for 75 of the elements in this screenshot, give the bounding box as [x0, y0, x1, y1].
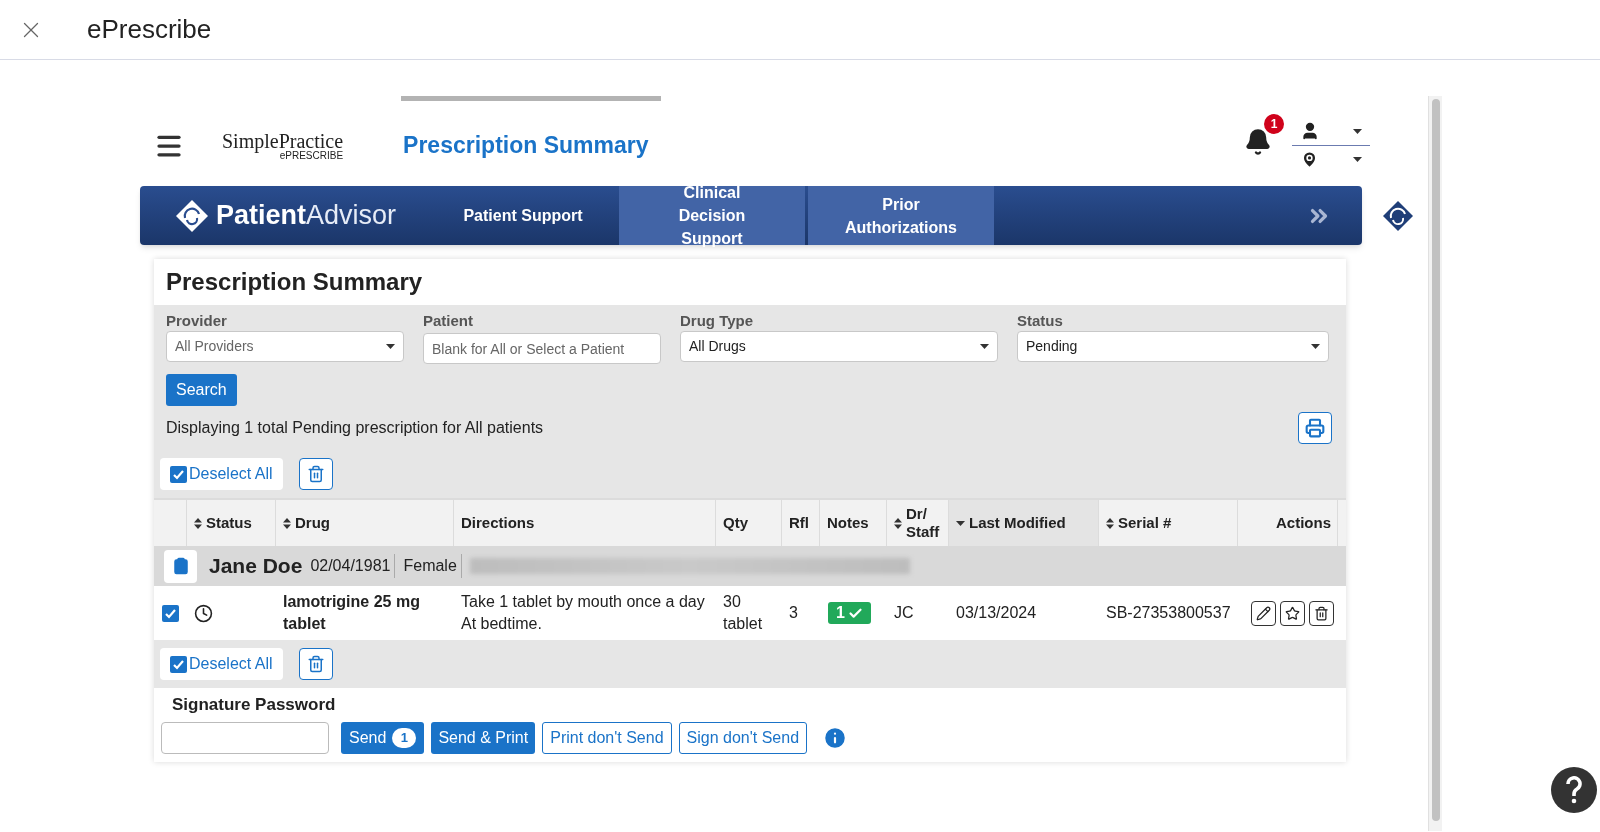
pending-clock-icon — [194, 603, 213, 623]
notification-badge: 1 — [1264, 114, 1284, 134]
column-header[interactable]: Last Modified — [949, 500, 1099, 546]
nav-tab[interactable]: Clinical Decision Support — [619, 186, 805, 245]
action-button[interactable]: Send & Print — [431, 722, 536, 754]
caret-icon — [386, 344, 395, 349]
patient-dob: 02/04/1981 — [310, 554, 396, 578]
printer-icon — [1305, 418, 1325, 438]
nav-tab[interactable]: Patient Support — [430, 186, 616, 245]
caret-icon — [1353, 128, 1362, 134]
logo-name: SimplePractice — [222, 130, 344, 151]
clipboard-button[interactable] — [164, 549, 197, 583]
checkbox-icon — [170, 465, 187, 483]
trash-icon — [306, 465, 325, 483]
filter-label: Provider — [166, 311, 228, 331]
patient-name: Jane Doe — [209, 553, 303, 580]
caret-icon — [1311, 344, 1320, 349]
select-value: All Drugs — [689, 337, 746, 356]
filter-select[interactable]: All Drugs — [680, 331, 998, 362]
quantity-cell-text: 30 tablet — [723, 592, 764, 634]
signature-password-field[interactable] — [161, 722, 329, 754]
select-value: Pending — [1026, 337, 1078, 356]
window-title: ePrescribe — [87, 13, 212, 46]
print-button[interactable] — [1298, 412, 1332, 444]
nav-tab[interactable]: Prior Authorizations — [808, 186, 994, 245]
question-mark-icon — [1565, 776, 1583, 804]
action-button[interactable]: Sign don't Send — [678, 722, 808, 754]
trash-icon — [306, 655, 325, 673]
delete-button[interactable] — [298, 648, 333, 680]
filter-label: Drug Type — [680, 311, 755, 331]
delete-row-button[interactable] — [1309, 600, 1334, 626]
logo-subtitle: ePRESCRIBE — [279, 150, 344, 161]
directions-cell-text: Take 1 tablet by mouth once a day At bedtime. — [461, 592, 706, 634]
search-button[interactable]: Search — [166, 374, 237, 406]
trash-icon — [1314, 605, 1329, 621]
row-checkbox[interactable] — [162, 604, 179, 622]
page-title: Prescription Summary — [403, 131, 649, 161]
filter-label: Status — [1017, 311, 1064, 331]
select-value: All Providers — [175, 337, 254, 356]
patientadvisor-logo-icon — [174, 197, 210, 234]
notifications-button[interactable] — [1244, 128, 1272, 156]
filter-select[interactable]: Pending — [1017, 331, 1329, 362]
star-icon — [1285, 605, 1300, 621]
send-count-badge: 1 — [392, 728, 417, 748]
patient-sex: Female — [403, 554, 462, 578]
filter-select[interactable]: All Providers — [166, 331, 404, 362]
deselect-all-button[interactable]: Deselect All — [160, 458, 283, 490]
deselect-all-button[interactable]: Deselect All — [160, 648, 283, 680]
favorite-button[interactable] — [1280, 600, 1305, 626]
notes-badge[interactable]: 1 — [828, 602, 871, 624]
scrollbar[interactable] — [1428, 96, 1442, 831]
edit-button[interactable] — [1251, 600, 1276, 626]
clipboard-icon — [171, 557, 190, 575]
patient-field[interactable]: Blank for All or Select a Patient — [423, 333, 661, 364]
brand-name: PatientAdvisor — [216, 202, 397, 229]
patientadvisor-icon — [1382, 199, 1414, 232]
send-button[interactable]: Send 1 — [341, 722, 425, 754]
refills-cell-text: 3 — [789, 603, 798, 623]
pencil-icon — [1256, 605, 1271, 621]
bell-icon — [1244, 128, 1272, 156]
modified-date-cell-text: 03/13/2024 — [956, 603, 1037, 623]
card-title: Prescription Summary — [166, 267, 423, 297]
checkbox-icon — [170, 655, 187, 673]
drug-name: lamotrigine 25 mg tablet — [283, 592, 421, 634]
filter-label: Patient — [423, 311, 474, 331]
staff-cell-text: JC — [894, 603, 914, 623]
serial-number-cell-text: SB-27353800537 — [1106, 603, 1231, 623]
signature-label: Signature Password — [172, 694, 337, 716]
caret-icon — [1353, 157, 1362, 162]
help-button[interactable] — [1551, 767, 1597, 813]
results-summary: Displaying 1 total Pending prescription for All patients — [166, 418, 544, 438]
caret-icon — [980, 344, 989, 349]
user-icon — [1300, 121, 1320, 141]
delete-button[interactable] — [298, 458, 333, 490]
action-button[interactable]: Print don't Send — [542, 722, 672, 754]
